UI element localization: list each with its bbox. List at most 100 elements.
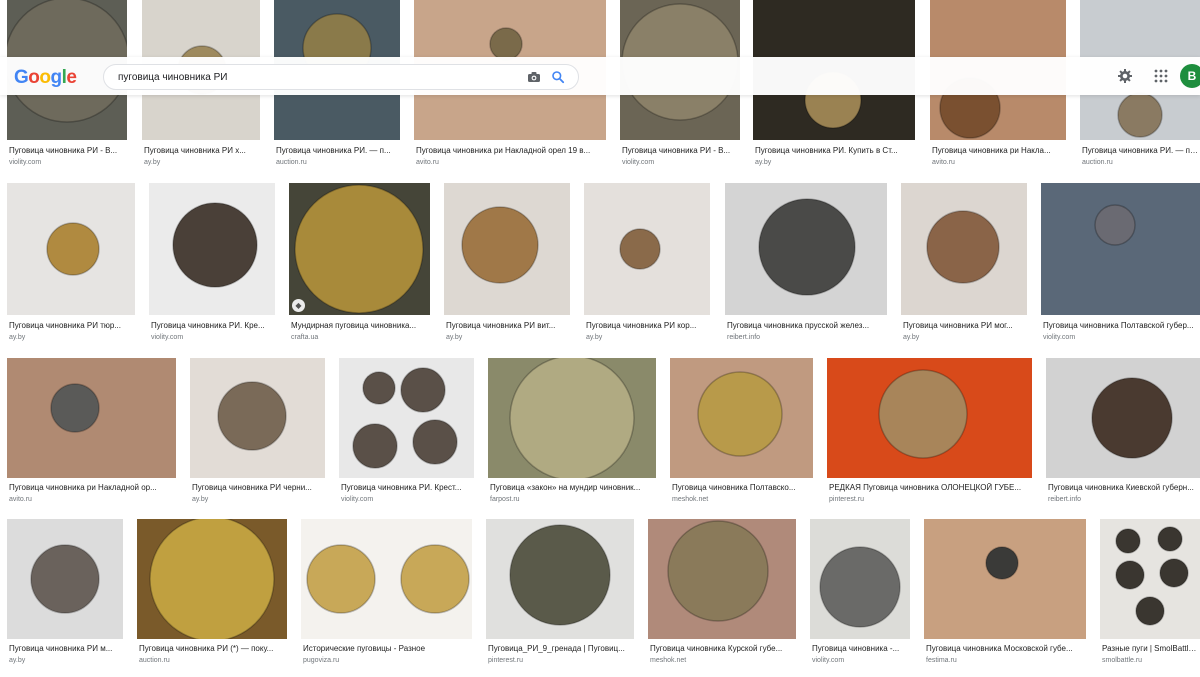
result-caption: Пуговица «закон» на мундир чиновник... [490, 483, 641, 492]
image-result-tile[interactable]: Пуговица чиновника РИ мог... ay.by [901, 183, 1027, 345]
result-caption: Пуговица чиновника прусской желез... [727, 321, 870, 330]
result-caption: Пуговица чиновника РИ - В... [9, 146, 118, 155]
button-image [149, 519, 275, 639]
result-source: auction.ru [139, 657, 170, 664]
image-result-tile[interactable]: Пуговица_РИ_9_гренада | Пуговиц... pinte… [486, 519, 634, 669]
button-image [1115, 526, 1189, 626]
image-result-tile[interactable]: РЕДКАЯ Пуговица чиновника ОЛОНЕЦКОЙ ГУБЕ… [827, 358, 1032, 508]
result-caption: Пуговица чиновника РИ тюр... [9, 321, 121, 330]
image-result-tile[interactable]: Пуговица «закон» на мундир чиновник... f… [488, 358, 656, 508]
apps-grid-icon[interactable] [1153, 68, 1169, 84]
button-image [46, 222, 100, 276]
image-result-tile[interactable]: Пуговица чиновника Полтавской губер... v… [1041, 183, 1200, 345]
image-result-tile[interactable]: Пуговица чиновника Московской губе... fe… [924, 519, 1086, 669]
button-image [819, 546, 901, 628]
result-caption: Пуговица чиновника -... [812, 644, 900, 653]
result-caption: Мундирная пуговица чиновника... [291, 321, 417, 330]
result-source: ay.by [144, 159, 161, 166]
search-header: Google B [0, 57, 1200, 95]
tag-icon: ◆ [292, 299, 305, 312]
image-result-tile[interactable]: Пуговица чиновника ри Накладной ор... av… [7, 358, 176, 508]
result-caption: Пуговица чиновника РИ - В... [622, 146, 731, 155]
button-image [509, 358, 635, 478]
button-image [758, 198, 856, 296]
result-caption: Пуговица чиновника РИ м... [9, 644, 113, 653]
result-caption: Пуговица чиновника РИ. Кре... [151, 321, 265, 330]
result-source: ay.by [755, 159, 772, 166]
result-caption: Пуговица чиновника РИ мог... [903, 321, 1013, 330]
image-result-tile[interactable]: Пуговица чиновника РИ. Крест... violity.… [339, 358, 474, 508]
search-input[interactable] [118, 68, 498, 86]
image-result-tile[interactable]: Пуговица чиновника РИ (*) — поку... auct… [137, 519, 287, 669]
result-caption: Пуговица чиновника РИ. — пок... [1082, 146, 1200, 155]
button-image [667, 520, 769, 622]
button-image [461, 206, 539, 284]
result-caption: Разные пуги | SmolBattle.ru [1102, 644, 1200, 653]
image-result-tile[interactable]: Пуговица чиновника РИ тюр... ay.by [7, 183, 135, 345]
result-source: ay.by [903, 334, 920, 341]
result-source: ay.by [9, 334, 26, 341]
logo-letter: G [14, 67, 29, 88]
camera-icon[interactable] [526, 69, 542, 85]
image-result-tile[interactable]: Пуговица чиновника РИ кор... ay.by [584, 183, 710, 345]
result-caption: Пуговица чиновника ри Накладной орел 19 … [416, 146, 591, 155]
button-image [985, 546, 1019, 580]
result-source: pinterest.ru [488, 657, 524, 664]
button-image [697, 371, 783, 457]
result-source: avito.ru [932, 159, 955, 166]
result-source: smolbattle.ru [1102, 657, 1143, 664]
result-source: auction.ru [1082, 159, 1113, 166]
result-source: meshok.net [650, 657, 687, 664]
image-result-tile[interactable]: Пуговица чиновника РИ. Кре... violity.co… [149, 183, 275, 345]
result-source: auction.ru [276, 159, 307, 166]
result-caption: Пуговица чиновника Курской губе... [650, 644, 783, 653]
image-result-tile[interactable]: Пуговица чиновника -... violity.com [810, 519, 910, 669]
button-image [172, 202, 258, 288]
result-source: festima.ru [926, 657, 957, 664]
result-source: reibert.info [1048, 496, 1082, 503]
result-caption: Пуговица чиновника Полтавско... [672, 483, 796, 492]
image-result-tile[interactable]: Пуговица чиновника Полтавско... meshok.n… [670, 358, 813, 508]
result-source: meshok.net [672, 496, 709, 503]
image-result-tile[interactable]: Пуговица чиновника РИ черни... ay.by [190, 358, 325, 508]
image-result-tile[interactable]: Пуговица чиновника РИ м... ay.by [7, 519, 123, 669]
image-result-tile[interactable]: Пуговица чиновника Курской губе... mesho… [648, 519, 796, 669]
result-caption: Пуговица чиновника РИ вит... [446, 321, 556, 330]
button-image [509, 524, 611, 626]
result-source: pinterest.ru [829, 496, 865, 503]
result-caption: Пуговица чиновника РИ. Крест... [341, 483, 462, 492]
result-source: ay.by [446, 334, 463, 341]
button-image [217, 381, 287, 451]
result-source: reibert.info [727, 334, 761, 341]
image-results-grid: Пуговица чиновника РИ - В... violity.com… [0, 0, 1200, 677]
result-caption: Пуговица чиновника РИ х... [144, 146, 246, 155]
result-caption: Исторические пуговицы - Разное [303, 644, 426, 653]
image-result-tile[interactable]: Разные пуги | SmolBattle.ru smolbattle.r… [1100, 519, 1200, 669]
logo-letter: g [50, 67, 63, 88]
image-result-tile[interactable]: Исторические пуговицы - Разное pugoviza.… [301, 519, 472, 669]
button-image [1091, 377, 1173, 459]
result-source: avito.ru [416, 159, 439, 166]
image-result-tile[interactable]: ◆ Мундирная пуговица чиновника... crafta… [289, 183, 430, 345]
search-icon[interactable] [550, 69, 566, 85]
result-source: farpost.ru [490, 496, 520, 503]
image-result-tile[interactable]: Пуговица чиновника Киевской губерн... re… [1046, 358, 1200, 508]
logo-letter: o [39, 67, 51, 88]
result-caption: Пуговица_РИ_9_гренада | Пуговиц... [488, 644, 625, 653]
button-image [50, 383, 100, 433]
logo-letter: o [28, 67, 40, 88]
result-source: pugoviza.ru [303, 657, 340, 664]
result-caption: Пуговица чиновника ри Накладной ор... [9, 483, 157, 492]
result-source: violity.com [622, 159, 655, 166]
image-result-tile[interactable]: Пуговица чиновника прусской желез... rei… [725, 183, 887, 345]
result-source: crafta.ua [291, 334, 319, 341]
button-image [294, 184, 424, 314]
button-image [926, 210, 1000, 284]
result-source: avito.ru [9, 496, 32, 503]
account-avatar[interactable]: B [1180, 64, 1200, 88]
button-image [30, 544, 100, 614]
result-source: ay.by [9, 657, 26, 664]
gear-icon[interactable] [1117, 68, 1133, 84]
google-logo[interactable]: Google [14, 67, 77, 89]
image-result-tile[interactable]: Пуговица чиновника РИ вит... ay.by [444, 183, 570, 345]
